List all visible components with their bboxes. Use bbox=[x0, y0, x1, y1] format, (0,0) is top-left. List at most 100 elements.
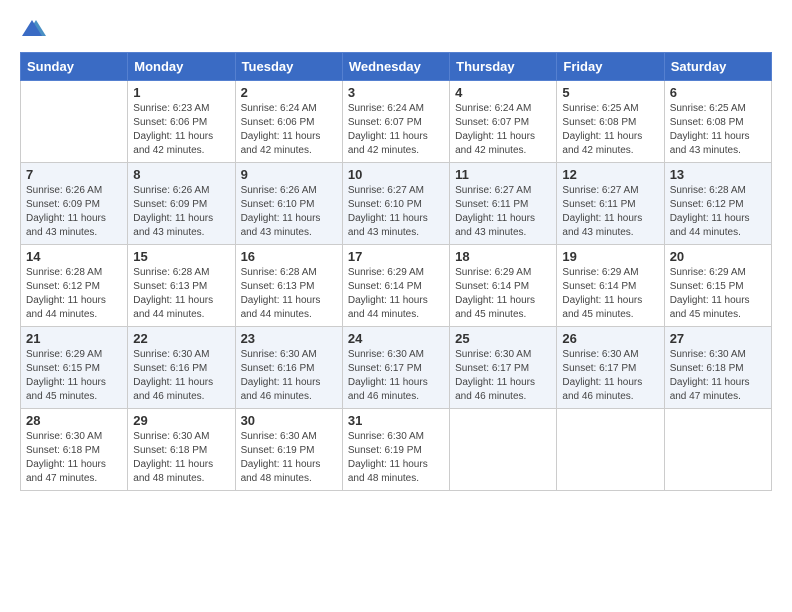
day-info: Sunrise: 6:30 AMSunset: 6:16 PMDaylight:… bbox=[133, 348, 229, 404]
calendar-cell: 19 Sunrise: 6:29 AMSunset: 6:14 PMDayligh… bbox=[557, 245, 664, 327]
day-info: Sunrise: 6:27 AMSunset: 6:11 PMDaylight:… bbox=[562, 184, 658, 240]
header-cell-thursday: Thursday bbox=[450, 53, 557, 81]
calendar-cell: 22Sunrise: 6:30 AMSunset: 6:16 PMDayligh… bbox=[128, 327, 235, 409]
day-number: 17 bbox=[348, 249, 444, 264]
header-cell-tuesday: Tuesday bbox=[235, 53, 342, 81]
day-info: Sunrise: 6:30 AMSunset: 6:18 PMDaylight:… bbox=[133, 430, 229, 486]
day-info: Sunrise: 6:25 AMSunset: 6:08 PMDaylight:… bbox=[670, 102, 766, 158]
day-info: Sunrise: 6:30 AMSunset: 6:19 PMDaylight:… bbox=[241, 430, 337, 486]
header-cell-sunday: Sunday bbox=[21, 53, 128, 81]
header-cell-saturday: Saturday bbox=[664, 53, 771, 81]
day-number: 19 bbox=[562, 249, 658, 264]
calendar-cell: 14 Sunrise: 6:28 AMSunset: 6:12 PMDayligh… bbox=[21, 245, 128, 327]
day-info: Sunrise: 6:29 AMSunset: 6:14 PMDaylight:… bbox=[455, 266, 551, 322]
day-number: 29 bbox=[133, 413, 229, 428]
day-info: Sunrise: 6:26 AMSunset: 6:10 PMDaylight:… bbox=[241, 184, 337, 240]
day-number: 9 bbox=[241, 167, 337, 182]
day-info: Sunrise: 6:30 AMSunset: 6:17 PMDaylight:… bbox=[562, 348, 658, 404]
header-cell-wednesday: Wednesday bbox=[342, 53, 449, 81]
day-info: Sunrise: 6:23 AMSunset: 6:06 PMDaylight:… bbox=[133, 102, 229, 158]
day-info: Sunrise: 6:29 AMSunset: 6:14 PMDaylight:… bbox=[562, 266, 658, 322]
day-number: 25 bbox=[455, 331, 551, 346]
logo-icon bbox=[22, 16, 46, 40]
calendar-cell: 10 Sunrise: 6:27 AMSunset: 6:10 PMDayligh… bbox=[342, 163, 449, 245]
day-info: Sunrise: 6:27 AMSunset: 6:10 PMDaylight:… bbox=[348, 184, 444, 240]
day-info: Sunrise: 6:24 AMSunset: 6:07 PMDaylight:… bbox=[348, 102, 444, 158]
day-info: Sunrise: 6:26 AMSunset: 6:09 PMDaylight:… bbox=[26, 184, 122, 240]
day-info: Sunrise: 6:24 AMSunset: 6:06 PMDaylight:… bbox=[241, 102, 337, 158]
calendar-cell: 15 Sunrise: 6:28 AMSunset: 6:13 PMDayligh… bbox=[128, 245, 235, 327]
calendar-week-1: 1 Sunrise: 6:23 AMSunset: 6:06 PMDaylight… bbox=[21, 81, 772, 163]
calendar-cell bbox=[21, 81, 128, 163]
day-number: 15 bbox=[133, 249, 229, 264]
day-number: 2 bbox=[241, 85, 337, 100]
day-info: Sunrise: 6:28 AMSunset: 6:13 PMDaylight:… bbox=[241, 266, 337, 322]
calendar-cell: 13 Sunrise: 6:28 AMSunset: 6:12 PMDayligh… bbox=[664, 163, 771, 245]
day-info: Sunrise: 6:30 AMSunset: 6:16 PMDaylight:… bbox=[241, 348, 337, 404]
header-cell-friday: Friday bbox=[557, 53, 664, 81]
calendar-cell: 30 Sunrise: 6:30 AMSunset: 6:19 PMDayligh… bbox=[235, 409, 342, 491]
day-number: 12 bbox=[562, 167, 658, 182]
calendar-cell: 27 Sunrise: 6:30 AMSunset: 6:18 PMDayligh… bbox=[664, 327, 771, 409]
day-number: 3 bbox=[348, 85, 444, 100]
calendar-cell bbox=[664, 409, 771, 491]
day-number: 24 bbox=[348, 331, 444, 346]
calendar-cell: 6 Sunrise: 6:25 AMSunset: 6:08 PMDaylight… bbox=[664, 81, 771, 163]
calendar-week-3: 14 Sunrise: 6:28 AMSunset: 6:12 PMDayligh… bbox=[21, 245, 772, 327]
calendar-cell: 20Sunrise: 6:29 AMSunset: 6:15 PMDayligh… bbox=[664, 245, 771, 327]
calendar-cell: 9 Sunrise: 6:26 AMSunset: 6:10 PMDaylight… bbox=[235, 163, 342, 245]
calendar-cell: 29 Sunrise: 6:30 AMSunset: 6:18 PMDayligh… bbox=[128, 409, 235, 491]
day-info: Sunrise: 6:30 AMSunset: 6:18 PMDaylight:… bbox=[670, 348, 766, 404]
calendar-cell: 17Sunrise: 6:29 AMSunset: 6:14 PMDayligh… bbox=[342, 245, 449, 327]
day-number: 27 bbox=[670, 331, 766, 346]
day-info: Sunrise: 6:28 AMSunset: 6:12 PMDaylight:… bbox=[26, 266, 122, 322]
day-info: Sunrise: 6:30 AMSunset: 6:19 PMDaylight:… bbox=[348, 430, 444, 486]
calendar-cell: 18 Sunrise: 6:29 AMSunset: 6:14 PMDayligh… bbox=[450, 245, 557, 327]
day-number: 14 bbox=[26, 249, 122, 264]
day-info: Sunrise: 6:30 AMSunset: 6:18 PMDaylight:… bbox=[26, 430, 122, 486]
day-info: Sunrise: 6:30 AMSunset: 6:17 PMDaylight:… bbox=[348, 348, 444, 404]
calendar-cell: 1 Sunrise: 6:23 AMSunset: 6:06 PMDaylight… bbox=[128, 81, 235, 163]
day-number: 8 bbox=[133, 167, 229, 182]
day-number: 30 bbox=[241, 413, 337, 428]
day-number: 21 bbox=[26, 331, 122, 346]
day-number: 16 bbox=[241, 249, 337, 264]
calendar-cell: 8 Sunrise: 6:26 AMSunset: 6:09 PMDaylight… bbox=[128, 163, 235, 245]
day-number: 13 bbox=[670, 167, 766, 182]
day-info: Sunrise: 6:26 AMSunset: 6:09 PMDaylight:… bbox=[133, 184, 229, 240]
day-number: 23 bbox=[241, 331, 337, 346]
calendar-week-2: 7Sunrise: 6:26 AMSunset: 6:09 PMDaylight… bbox=[21, 163, 772, 245]
calendar-cell: 26 Sunrise: 6:30 AMSunset: 6:17 PMDayligh… bbox=[557, 327, 664, 409]
day-info: Sunrise: 6:28 AMSunset: 6:12 PMDaylight:… bbox=[670, 184, 766, 240]
calendar-header-row: SundayMondayTuesdayWednesdayThursdayFrid… bbox=[21, 53, 772, 81]
calendar-cell bbox=[450, 409, 557, 491]
calendar-cell: 25 Sunrise: 6:30 AMSunset: 6:17 PMDayligh… bbox=[450, 327, 557, 409]
calendar-cell: 16 Sunrise: 6:28 AMSunset: 6:13 PMDayligh… bbox=[235, 245, 342, 327]
day-info: Sunrise: 6:29 AMSunset: 6:15 PMDaylight:… bbox=[26, 348, 122, 404]
calendar-cell: 24 Sunrise: 6:30 AMSunset: 6:17 PMDayligh… bbox=[342, 327, 449, 409]
calendar-table: SundayMondayTuesdayWednesdayThursdayFrid… bbox=[20, 52, 772, 491]
day-info: Sunrise: 6:29 AMSunset: 6:15 PMDaylight:… bbox=[670, 266, 766, 322]
calendar-cell: 2 Sunrise: 6:24 AMSunset: 6:06 PMDaylight… bbox=[235, 81, 342, 163]
day-info: Sunrise: 6:24 AMSunset: 6:07 PMDaylight:… bbox=[455, 102, 551, 158]
day-number: 18 bbox=[455, 249, 551, 264]
calendar-cell: 5 Sunrise: 6:25 AMSunset: 6:08 PMDaylight… bbox=[557, 81, 664, 163]
day-info: Sunrise: 6:30 AMSunset: 6:17 PMDaylight:… bbox=[455, 348, 551, 404]
day-number: 31 bbox=[348, 413, 444, 428]
logo bbox=[20, 16, 46, 40]
day-number: 1 bbox=[133, 85, 229, 100]
day-info: Sunrise: 6:25 AMSunset: 6:08 PMDaylight:… bbox=[562, 102, 658, 158]
day-number: 26 bbox=[562, 331, 658, 346]
day-info: Sunrise: 6:28 AMSunset: 6:13 PMDaylight:… bbox=[133, 266, 229, 322]
calendar-week-5: 28Sunrise: 6:30 AMSunset: 6:18 PMDayligh… bbox=[21, 409, 772, 491]
day-number: 11 bbox=[455, 167, 551, 182]
day-number: 6 bbox=[670, 85, 766, 100]
day-number: 5 bbox=[562, 85, 658, 100]
calendar-cell: 11Sunrise: 6:27 AMSunset: 6:11 PMDayligh… bbox=[450, 163, 557, 245]
calendar-cell: 4Sunrise: 6:24 AMSunset: 6:07 PMDaylight… bbox=[450, 81, 557, 163]
day-number: 10 bbox=[348, 167, 444, 182]
header bbox=[20, 16, 772, 40]
header-cell-monday: Monday bbox=[128, 53, 235, 81]
calendar-cell: 28Sunrise: 6:30 AMSunset: 6:18 PMDayligh… bbox=[21, 409, 128, 491]
calendar-week-4: 21 Sunrise: 6:29 AMSunset: 6:15 PMDayligh… bbox=[21, 327, 772, 409]
